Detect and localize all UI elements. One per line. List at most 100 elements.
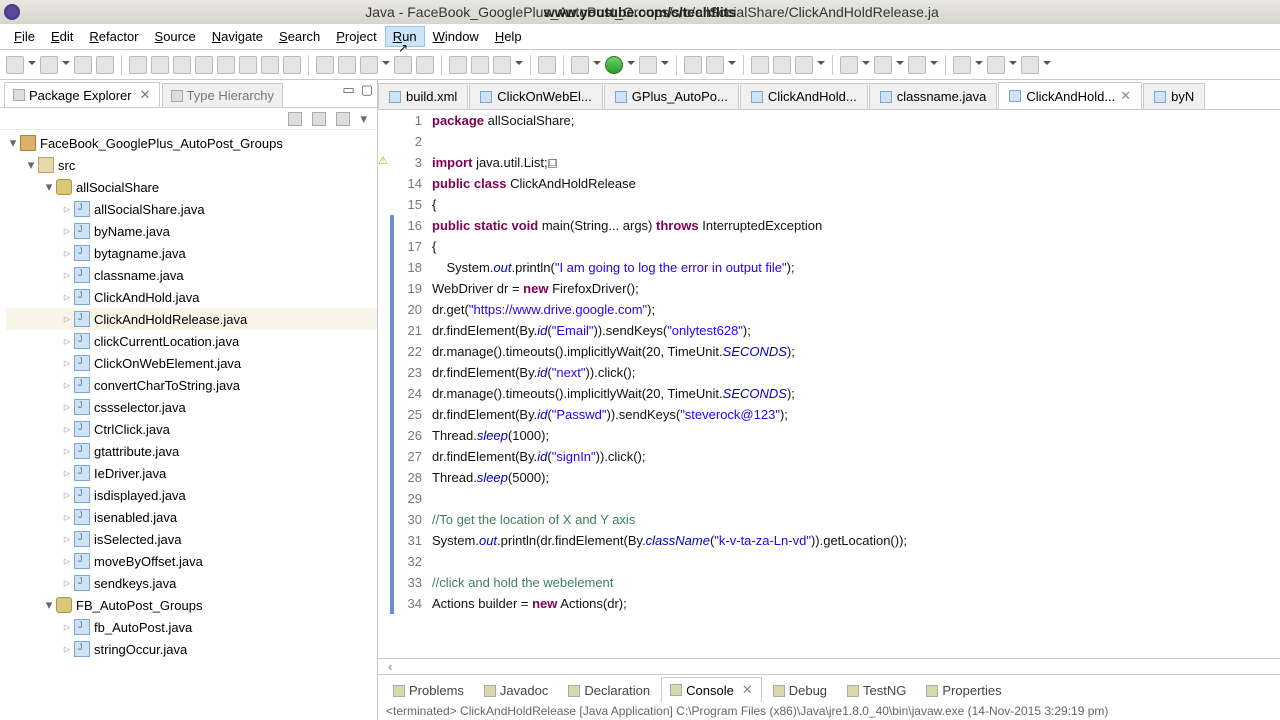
search-button[interactable] [493, 56, 511, 74]
bottom-tab-debug[interactable]: Debug [764, 678, 836, 702]
resume-button[interactable] [151, 56, 169, 74]
tree-item[interactable]: src [6, 154, 377, 176]
link-editor-button[interactable] [312, 112, 326, 126]
close-icon[interactable]: ✕ [140, 87, 151, 103]
editor-hscroll[interactable]: ‹ [378, 658, 1280, 674]
new-class-button[interactable] [706, 56, 724, 74]
tree-twisty-icon[interactable] [60, 267, 74, 283]
tree-item[interactable]: CtrlClick.java [6, 418, 377, 440]
skip-breakpoints-button[interactable] [129, 56, 147, 74]
tree-item[interactable]: sendkeys.java [6, 572, 377, 594]
tree-item[interactable]: isSelected.java [6, 528, 377, 550]
package-tree[interactable]: FaceBook_GooglePlus_AutoPost_Groupssrcal… [0, 130, 377, 720]
forward-button[interactable] [987, 56, 1005, 74]
tree-twisty-icon[interactable] [42, 179, 56, 195]
forward-dropdown-icon[interactable] [1009, 56, 1017, 74]
toggle-block-button[interactable] [338, 56, 356, 74]
new-package-button[interactable] [684, 56, 702, 74]
tree-twisty-icon[interactable] [60, 311, 74, 327]
save-button[interactable] [40, 56, 58, 74]
nav-prev-dropdown-icon[interactable] [896, 56, 904, 74]
pin-button[interactable] [840, 56, 858, 74]
code-lines[interactable]: package allSocialShare; import java.util… [428, 110, 1280, 658]
tree-twisty-icon[interactable] [60, 421, 74, 437]
coverage-dropdown-icon[interactable] [661, 56, 669, 74]
code-editor[interactable]: ⚠ 12314151617181920212223242526272829303… [378, 110, 1280, 658]
save-all-button[interactable] [74, 56, 92, 74]
new-button[interactable] [6, 56, 24, 74]
save-dropdown-icon[interactable] [62, 56, 70, 74]
tree-twisty-icon[interactable] [60, 509, 74, 525]
tree-item[interactable]: ClickOnWebElement.java [6, 352, 377, 374]
tree-twisty-icon[interactable] [60, 619, 74, 635]
step-return-button[interactable] [261, 56, 279, 74]
show-whitespace-button[interactable] [416, 56, 434, 74]
search-dropdown-icon[interactable] [515, 56, 523, 74]
back-button[interactable] [953, 56, 971, 74]
tree-item[interactable]: convertCharToString.java [6, 374, 377, 396]
terminate-button[interactable] [195, 56, 213, 74]
annotate-button[interactable] [394, 56, 412, 74]
step-into-button[interactable] [217, 56, 235, 74]
tree-item[interactable]: IeDriver.java [6, 462, 377, 484]
tree-twisty-icon[interactable] [60, 443, 74, 459]
tree-item[interactable]: bytagname.java [6, 242, 377, 264]
menu-help[interactable]: Help [487, 26, 530, 47]
collapse-all-button[interactable] [288, 112, 302, 126]
tree-item[interactable]: clickCurrentLocation.java [6, 330, 377, 352]
open-task-button[interactable] [471, 56, 489, 74]
editor-tab[interactable]: byN [1143, 83, 1205, 109]
view-menu-icon[interactable]: ▾ [360, 111, 367, 127]
view-tab-type-hierarchy[interactable]: Type Hierarchy [162, 83, 283, 107]
editor-tab[interactable]: ClickAndHold... [740, 83, 868, 109]
debug-dropdown-icon[interactable] [593, 56, 601, 74]
open-folder-button[interactable] [773, 56, 791, 74]
tree-item[interactable]: byName.java [6, 220, 377, 242]
bottom-tab-testng[interactable]: TestNG [838, 678, 915, 702]
maximize-view-icon[interactable]: ▢ [361, 82, 373, 98]
tree-item[interactable]: isdisplayed.java [6, 484, 377, 506]
minimize-view-icon[interactable]: ▭ [342, 82, 354, 98]
menu-source[interactable]: Source [147, 26, 204, 47]
pin-dropdown-icon[interactable] [862, 56, 870, 74]
tree-twisty-icon[interactable] [42, 597, 56, 613]
tree-twisty-icon[interactable] [24, 157, 38, 173]
tree-item[interactable]: FB_AutoPost_Groups [6, 594, 377, 616]
tree-item[interactable]: fb_AutoPost.java [6, 616, 377, 638]
menu-navigate[interactable]: Navigate [204, 26, 271, 47]
menu-file[interactable]: File [6, 26, 43, 47]
tree-twisty-icon[interactable] [60, 465, 74, 481]
bottom-tab-problems[interactable]: Problems [384, 678, 473, 702]
tree-twisty-icon[interactable] [60, 223, 74, 239]
step-over-button[interactable] [239, 56, 257, 74]
tree-twisty-icon[interactable] [60, 641, 74, 657]
view-tab-package-explorer[interactable]: Package Explorer✕ [4, 82, 160, 107]
tree-twisty-icon[interactable] [60, 355, 74, 371]
menu-edit[interactable]: Edit [43, 26, 81, 47]
debug-button[interactable] [571, 56, 589, 74]
coverage-button[interactable] [639, 56, 657, 74]
tree-item[interactable]: classname.java [6, 264, 377, 286]
tree-item[interactable]: cssselector.java [6, 396, 377, 418]
tree-twisty-icon[interactable] [6, 135, 20, 151]
tree-item[interactable]: gtattribute.java [6, 440, 377, 462]
filters-button[interactable] [336, 112, 350, 126]
highlight-button[interactable] [360, 56, 378, 74]
menu-project[interactable]: Project [328, 26, 384, 47]
toggle-mark-button[interactable] [316, 56, 334, 74]
editor-tab[interactable]: ClickAndHold...✕ [998, 82, 1142, 109]
menu-window[interactable]: Window [425, 26, 487, 47]
bottom-tab-javadoc[interactable]: Javadoc [475, 678, 557, 702]
nav-next-button[interactable] [908, 56, 926, 74]
tree-item[interactable]: moveByOffset.java [6, 550, 377, 572]
tree-twisty-icon[interactable] [60, 333, 74, 349]
tree-twisty-icon[interactable] [60, 553, 74, 569]
editor-tab[interactable]: build.xml [378, 83, 468, 109]
tree-item[interactable]: isenabled.java [6, 506, 377, 528]
open-type-button[interactable] [449, 56, 467, 74]
editor-tab[interactable]: GPlus_AutoPo... [604, 83, 739, 109]
menu-search[interactable]: Search [271, 26, 328, 47]
tree-twisty-icon[interactable] [60, 289, 74, 305]
tree-twisty-icon[interactable] [60, 201, 74, 217]
new-java-project-button[interactable] [538, 56, 556, 74]
